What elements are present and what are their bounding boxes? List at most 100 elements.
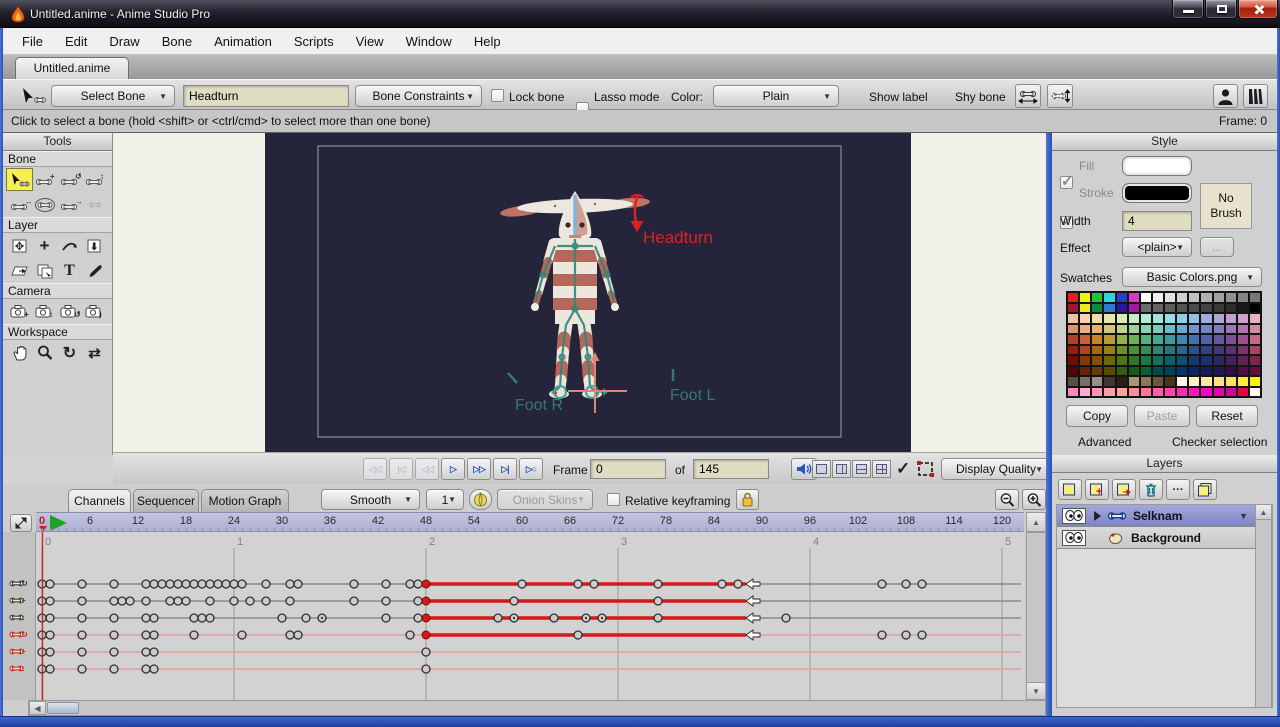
- display-quality-dropdown[interactable]: Display Quality▼: [941, 458, 1051, 480]
- keyframe[interactable]: [918, 631, 926, 639]
- range-start-key[interactable]: [422, 631, 430, 639]
- keyframe[interactable]: [294, 580, 302, 588]
- next-keyframe-button[interactable]: ▷|: [493, 458, 517, 480]
- tool-orbit[interactable]: ⇄: [82, 342, 107, 363]
- keyframe[interactable]: [174, 597, 182, 605]
- keyframe[interactable]: [78, 665, 86, 673]
- keyframe[interactable]: [78, 597, 86, 605]
- keyframe[interactable]: [422, 648, 430, 656]
- palette-swatch-r9c15[interactable]: [1249, 387, 1261, 398]
- keyframe[interactable]: [230, 580, 238, 588]
- tool-bone-dim[interactable]: [82, 194, 107, 215]
- keyframe[interactable]: [654, 580, 662, 588]
- palette-swatch-r4c10[interactable]: [1188, 334, 1200, 345]
- keyframe[interactable]: [262, 597, 270, 605]
- palette-swatch-r6c3[interactable]: [1103, 355, 1115, 366]
- tool-add-layer[interactable]: +: [32, 235, 57, 256]
- panel-divider[interactable]: [1046, 133, 1052, 716]
- palette-swatch-r9c14[interactable]: [1237, 387, 1249, 398]
- palette-swatch-r8c4[interactable]: [1116, 376, 1128, 387]
- palette-swatch-r8c1[interactable]: [1079, 376, 1091, 387]
- keyframe[interactable]: [382, 597, 390, 605]
- palette-swatch-r9c7[interactable]: [1152, 387, 1164, 398]
- palette-swatch-r3c10[interactable]: [1188, 324, 1200, 335]
- palette-swatch-r4c6[interactable]: [1140, 334, 1152, 345]
- onion-skin-toggle-button[interactable]: [469, 489, 492, 510]
- keyframe[interactable]: [406, 631, 414, 639]
- keyframe[interactable]: [414, 580, 422, 588]
- palette-swatch-r9c5[interactable]: [1128, 387, 1140, 398]
- timeline-tab-channels[interactable]: Channels: [68, 489, 131, 512]
- keyframing-lock-button[interactable]: [736, 489, 759, 510]
- palette-swatch-r0c3[interactable]: [1103, 292, 1115, 303]
- palette-swatch-r2c4[interactable]: [1116, 313, 1128, 324]
- tool-rotate[interactable]: ↻: [57, 342, 82, 363]
- color-palette[interactable]: [1066, 291, 1262, 398]
- range-end-arrow[interactable]: [746, 596, 760, 606]
- keyframe[interactable]: [142, 648, 150, 656]
- timeline-h-scrollbar-thumb[interactable]: [47, 702, 79, 714]
- palette-swatch-r5c6[interactable]: [1140, 345, 1152, 356]
- keyframe[interactable]: [110, 648, 118, 656]
- palette-swatch-r4c5[interactable]: [1128, 334, 1140, 345]
- maximize-button[interactable]: [1205, 0, 1237, 19]
- palette-swatch-r7c9[interactable]: [1176, 366, 1188, 377]
- minimize-button[interactable]: [1172, 0, 1204, 19]
- palette-swatch-r8c13[interactable]: [1225, 376, 1237, 387]
- palette-swatch-r1c12[interactable]: [1213, 303, 1225, 314]
- keyframe[interactable]: [902, 631, 910, 639]
- palette-swatch-r0c14[interactable]: [1237, 292, 1249, 303]
- palette-swatch-r9c3[interactable]: [1103, 387, 1115, 398]
- keyframe[interactable]: [302, 614, 310, 622]
- keyframe[interactable]: [46, 648, 54, 656]
- palette-swatch-r0c10[interactable]: [1188, 292, 1200, 303]
- keyframe[interactable]: [494, 614, 502, 622]
- stretch-bone-h-button[interactable]: [1015, 84, 1041, 108]
- palette-swatch-r3c4[interactable]: [1116, 324, 1128, 335]
- palette-swatch-r3c3[interactable]: [1103, 324, 1115, 335]
- timeline-zoom-out-button[interactable]: [995, 489, 1019, 510]
- track-icon-selected-bone-rotation[interactable]: ↻: [10, 627, 30, 642]
- keyframe[interactable]: [142, 597, 150, 605]
- palette-swatch-r4c1[interactable]: [1079, 334, 1091, 345]
- timeline-scroll-left-button[interactable]: ◀: [29, 701, 46, 715]
- keyframe[interactable]: [142, 665, 150, 673]
- palette-swatch-r7c5[interactable]: [1128, 366, 1140, 377]
- keyframe[interactable]: [286, 580, 294, 588]
- keyframe[interactable]: [902, 580, 910, 588]
- palette-swatch-r2c6[interactable]: [1140, 313, 1152, 324]
- keyframe[interactable]: [414, 597, 422, 605]
- keyframe[interactable]: [550, 614, 558, 622]
- keyframe[interactable]: [278, 614, 286, 622]
- tool-shear-layer[interactable]: [7, 260, 32, 281]
- keyframe[interactable]: [718, 580, 726, 588]
- palette-swatch-r8c10[interactable]: [1188, 376, 1200, 387]
- palette-swatch-r7c12[interactable]: [1213, 366, 1225, 377]
- menu-draw[interactable]: Draw: [98, 29, 150, 54]
- palette-swatch-r5c2[interactable]: [1091, 345, 1103, 356]
- palette-swatch-r3c14[interactable]: [1237, 324, 1249, 335]
- palette-swatch-r7c1[interactable]: [1079, 366, 1091, 377]
- tool-bind-layer[interactable]: →: [57, 194, 82, 215]
- library-button[interactable]: [1243, 84, 1268, 108]
- palette-swatch-r3c6[interactable]: [1140, 324, 1152, 335]
- document-tab[interactable]: Untitled.anime: [15, 57, 129, 79]
- palette-swatch-r9c13[interactable]: [1225, 387, 1237, 398]
- bone-name-input[interactable]: [183, 85, 349, 107]
- keyframe[interactable]: [150, 648, 158, 656]
- track-icon-bone-rotation[interactable]: ↻: [10, 576, 30, 591]
- timeline-h-scrollbar[interactable]: ◀: [28, 700, 1046, 716]
- new-layer-button[interactable]: [1058, 479, 1082, 500]
- palette-swatch-r2c8[interactable]: [1164, 313, 1176, 324]
- palette-swatch-r6c0[interactable]: [1067, 355, 1079, 366]
- tool-add-bone[interactable]: +: [32, 169, 57, 190]
- palette-swatch-r1c15[interactable]: [1249, 303, 1261, 314]
- keyframe[interactable]: [350, 580, 358, 588]
- palette-swatch-r4c3[interactable]: [1103, 334, 1115, 345]
- palette-swatch-r7c3[interactable]: [1103, 366, 1115, 377]
- palette-swatch-r5c5[interactable]: [1128, 345, 1140, 356]
- palette-swatch-r1c1[interactable]: [1079, 303, 1091, 314]
- view-layout-split-h-button[interactable]: [852, 460, 871, 478]
- keyframe[interactable]: [190, 580, 198, 588]
- palette-swatch-r2c9[interactable]: [1176, 313, 1188, 324]
